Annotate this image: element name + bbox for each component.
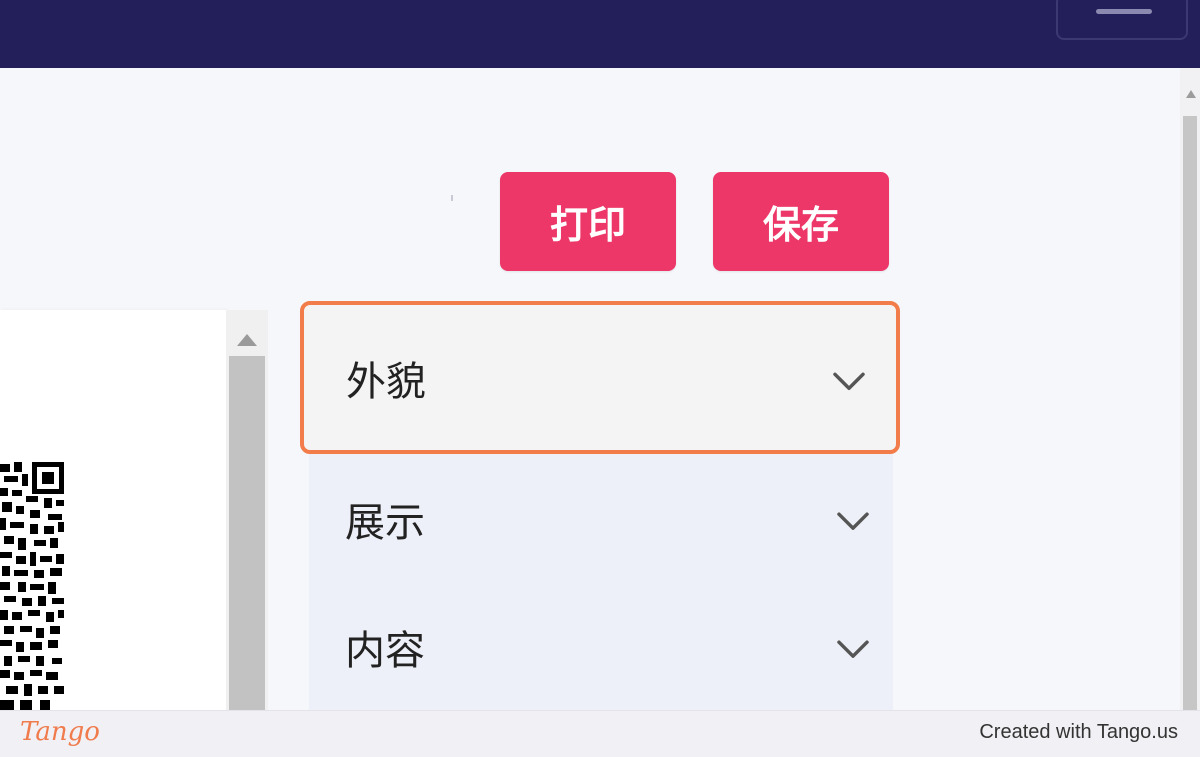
print-button[interactable]: 打印: [500, 172, 676, 271]
footer: Tango Created with Tango.us: [0, 710, 1200, 757]
qr-code-icon: [0, 460, 66, 710]
created-with-text[interactable]: Created with Tango.us: [979, 721, 1178, 744]
preview-panel: [0, 310, 226, 710]
menu-toggle-button[interactable]: [1056, 0, 1188, 40]
top-navbar: [0, 0, 1200, 68]
preview-scrollbar[interactable]: [226, 310, 268, 710]
scroll-up-icon[interactable]: [237, 334, 257, 346]
accordion-item-display[interactable]: 展示: [309, 454, 893, 585]
chevron-down-icon: [833, 372, 865, 390]
divider: [451, 195, 453, 201]
hamburger-icon: [1096, 9, 1152, 14]
accordion-item-label: 外貌: [346, 358, 426, 405]
tango-logo[interactable]: Tango: [20, 717, 100, 747]
chevron-down-icon: [837, 512, 869, 530]
accordion-item-label: 内容: [345, 628, 425, 674]
scroll-up-icon[interactable]: [1186, 90, 1196, 98]
save-button[interactable]: 保存: [713, 172, 889, 271]
accordion-item-label: 展示: [345, 500, 425, 546]
page-scrollbar[interactable]: [1180, 68, 1200, 716]
chevron-down-icon: [837, 640, 869, 658]
accordion-item-content[interactable]: 内容: [309, 584, 893, 710]
accordion-item-appearance[interactable]: 外貌: [300, 301, 900, 454]
page-scrollbar-thumb[interactable]: [1183, 116, 1197, 716]
preview-scrollbar-thumb[interactable]: [229, 356, 265, 710]
